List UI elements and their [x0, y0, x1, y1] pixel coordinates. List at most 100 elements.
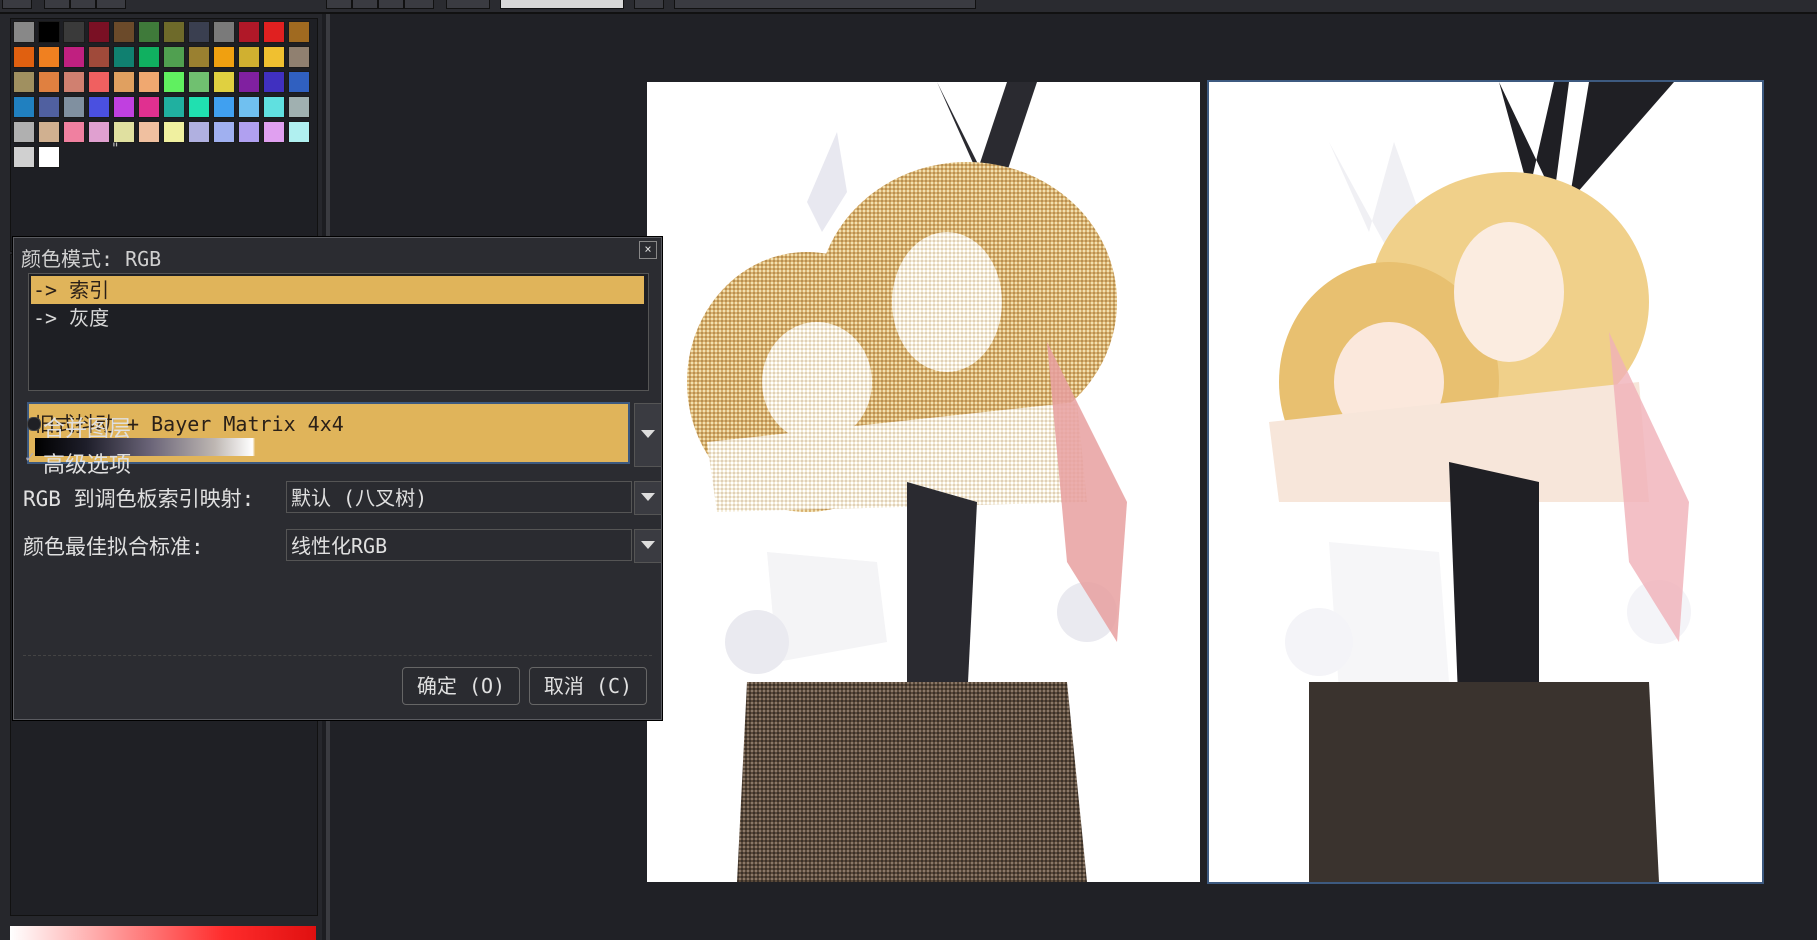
palette-swatch[interactable] — [213, 96, 235, 118]
mode-item-grayscale[interactable]: -> 灰度 — [31, 304, 644, 332]
palette-swatch[interactable] — [238, 46, 260, 68]
palette-swatch[interactable] — [213, 21, 235, 43]
close-icon: × — [644, 242, 652, 256]
palette-swatch[interactable] — [288, 121, 310, 143]
palette-swatch[interactable] — [113, 21, 135, 43]
palette-swatch[interactable] — [88, 21, 110, 43]
palette-swatch[interactable] — [88, 46, 110, 68]
palette-swatch[interactable] — [263, 121, 285, 143]
palette-swatch[interactable] — [13, 46, 35, 68]
dither-dropdown-button[interactable] — [634, 403, 662, 467]
palette-swatch[interactable] — [238, 121, 260, 143]
toolbar-button[interactable] — [634, 0, 664, 9]
toolbar-button[interactable] — [96, 0, 126, 9]
palette-swatch[interactable] — [238, 21, 260, 43]
palette-swatch[interactable] — [138, 46, 160, 68]
palette-swatch[interactable] — [63, 96, 85, 118]
canvas-image-original[interactable] — [1209, 82, 1762, 882]
palette-swatch[interactable] — [88, 96, 110, 118]
palette-swatch[interactable] — [63, 21, 85, 43]
best-fit-value: 线性化RGB — [291, 534, 388, 558]
toolbar-button[interactable] — [446, 0, 490, 9]
palette-swatch[interactable] — [13, 146, 35, 168]
palette-swatch[interactable] — [213, 71, 235, 93]
cancel-button-label: 取消 (C) — [543, 674, 633, 698]
palette-swatch[interactable] — [38, 96, 60, 118]
rgb-mapping-dropdown-button[interactable] — [634, 481, 662, 515]
color-gradient-bar[interactable] — [10, 926, 316, 940]
palette-swatch[interactable] — [288, 96, 310, 118]
palette-swatch[interactable] — [138, 71, 160, 93]
cancel-button[interactable]: 取消 (C) — [529, 667, 647, 705]
toolbar-button[interactable] — [352, 0, 378, 9]
palette-swatch[interactable] — [238, 96, 260, 118]
palette-swatch[interactable] — [38, 71, 60, 93]
palette-swatch[interactable] — [288, 71, 310, 93]
color-mode-dialog: 颜色模式: RGB × -> 索引 -> 灰度 旧式抖动 + Bayer Mat… — [12, 236, 663, 721]
toolbar-button[interactable] — [2, 0, 32, 9]
toolbar-button[interactable] — [378, 0, 404, 9]
palette-swatch[interactable] — [263, 46, 285, 68]
palette-swatch[interactable] — [263, 21, 285, 43]
palette-swatch[interactable] — [188, 121, 210, 143]
palette-swatch[interactable] — [113, 46, 135, 68]
color-mode-list[interactable]: -> 索引 -> 灰度 — [28, 273, 649, 391]
merge-layers-label: 合并图层 — [43, 417, 132, 442]
palette-swatch[interactable] — [138, 121, 160, 143]
palette-swatch[interactable] — [63, 71, 85, 93]
canvas-image-preview-dithered[interactable] — [647, 82, 1200, 882]
merge-layers-checkbox[interactable] — [27, 417, 41, 431]
palette-swatch[interactable] — [113, 71, 135, 93]
palette-swatch[interactable] — [38, 46, 60, 68]
palette-swatch[interactable] — [188, 71, 210, 93]
palette-swatch[interactable] — [138, 96, 160, 118]
palette-swatch[interactable] — [88, 71, 110, 93]
check-icon[interactable]: ✓ — [25, 447, 35, 466]
toolbar-button[interactable] — [70, 0, 96, 9]
palette-swatch[interactable] — [113, 96, 135, 118]
best-fit-select[interactable]: 线性化RGB — [286, 529, 632, 561]
toolbar-button[interactable] — [326, 0, 352, 9]
palette-swatch[interactable] — [263, 71, 285, 93]
palette-swatch[interactable] — [63, 121, 85, 143]
toolbar-dropdown[interactable] — [674, 0, 976, 9]
palette-swatch[interactable] — [213, 46, 235, 68]
close-button[interactable]: × — [639, 241, 657, 259]
rgb-mapping-select[interactable]: 默认 (八叉树) — [286, 481, 632, 513]
separator — [23, 655, 652, 657]
dialog-title: 颜色模式: RGB — [21, 247, 162, 271]
palette-swatch[interactable] — [88, 121, 110, 143]
palette-swatch[interactable] — [163, 96, 185, 118]
palette-swatch[interactable] — [288, 21, 310, 43]
palette-swatch[interactable] — [38, 21, 60, 43]
palette-swatch[interactable] — [13, 21, 35, 43]
toolbar-button[interactable] — [404, 0, 434, 9]
palette-swatch[interactable] — [163, 71, 185, 93]
palette-swatch[interactable] — [238, 71, 260, 93]
palette-swatch[interactable] — [38, 146, 60, 168]
palette-swatch[interactable] — [288, 46, 310, 68]
palette-swatch[interactable] — [13, 96, 35, 118]
palette-swatch[interactable] — [188, 46, 210, 68]
palette-swatch[interactable] — [138, 21, 160, 43]
palette-swatch[interactable] — [63, 46, 85, 68]
palette-swatch[interactable] — [163, 46, 185, 68]
toolbar-button[interactable] — [44, 0, 70, 9]
toolbar-field[interactable] — [500, 0, 624, 9]
palette-swatch[interactable] — [113, 121, 135, 143]
palette-swatch[interactable] — [188, 21, 210, 43]
palette-swatch[interactable] — [163, 121, 185, 143]
best-fit-dropdown-button[interactable] — [634, 529, 662, 563]
palette-swatch[interactable] — [13, 71, 35, 93]
palette-swatch[interactable] — [13, 121, 35, 143]
palette-swatch[interactable] — [213, 121, 235, 143]
palette-swatch[interactable] — [263, 96, 285, 118]
mode-item-index[interactable]: -> 索引 — [31, 276, 644, 304]
top-toolbar — [0, 0, 1817, 14]
palette-swatch[interactable] — [38, 121, 60, 143]
advanced-options-label: 高级选项 — [43, 453, 132, 478]
ok-button[interactable]: 确定 (O) — [402, 667, 520, 705]
palette-swatch[interactable] — [163, 21, 185, 43]
illustration-dithered — [687, 82, 1127, 882]
palette-swatch[interactable] — [188, 96, 210, 118]
